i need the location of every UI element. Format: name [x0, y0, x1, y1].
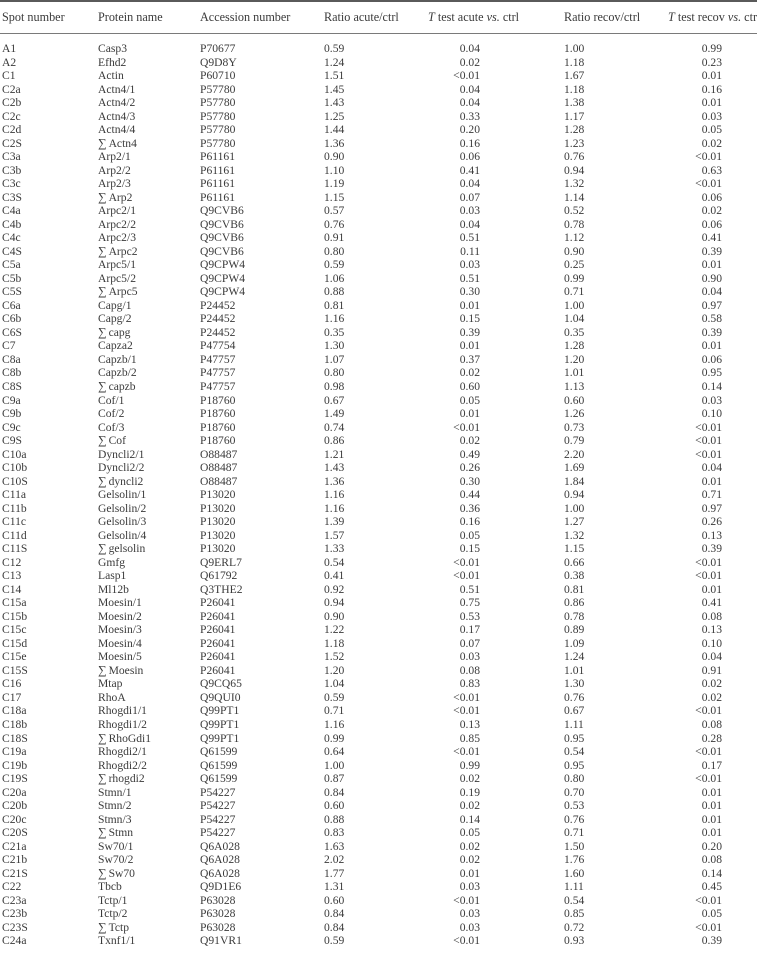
header-ttest-recov-vs-ctrl: T test recov vs. ctrl: [668, 10, 757, 30]
sum-icon: ∑: [98, 662, 107, 677]
header-protein-name: Protein name: [98, 10, 163, 24]
table-row: C24a Txnf1/1 Q91VR1 0.59 <0.01 0.93 0.39: [0, 933, 757, 948]
header-ttest-acute-ctrl: ctrl: [499, 10, 520, 24]
sum-icon: ∑: [98, 473, 107, 488]
protein-name-text: Actn4: [108, 136, 137, 150]
cell-ratio-acute: 0.59: [324, 934, 345, 948]
header-ratio-acute-ctrl: Ratio acute/ctrl: [324, 10, 399, 24]
sum-icon: ∑: [98, 865, 107, 880]
sum-icon: ∑: [98, 135, 107, 150]
sum-icon: ∑: [98, 433, 107, 448]
protein-name-text: RhoGdi1: [108, 731, 152, 745]
table-top-rule: [0, 0, 757, 2]
sum-icon: ∑: [98, 379, 107, 393]
sum-icon: ∑: [98, 825, 107, 840]
cell-ttest-acute: <0.01: [453, 934, 480, 948]
protein-name-text: gelsolin: [108, 542, 146, 556]
cell-spot-number: C24a: [2, 934, 27, 948]
sum-icon: ∑: [98, 919, 107, 934]
header-ttest-recov-text: test recov: [674, 10, 728, 24]
header-ttest-recov-ctrl: ctrl: [744, 10, 757, 24]
sum-icon: ∑: [98, 730, 107, 745]
protein-name-text: Arpc5: [108, 285, 138, 299]
cell-accession-number: Q91VR1: [200, 934, 242, 948]
header-ratio-recov-ctrl: Ratio recov/ctrl: [564, 10, 641, 24]
sum-icon: ∑: [98, 324, 107, 339]
header-ttest-acute-t: T: [428, 10, 435, 24]
header-ttest-acute-text: test acute: [434, 10, 487, 24]
protein-name-text: Arpc2: [108, 244, 138, 258]
protein-name-text: Moesin: [108, 663, 144, 677]
header-ttest-recov-vs: vs.: [727, 10, 742, 24]
protein-name-text: capg: [108, 325, 131, 339]
protein-name-text: Cof: [108, 434, 126, 448]
header-bottom-rule: [0, 33, 757, 34]
sum-icon: ∑: [98, 189, 107, 204]
protein-name-text: Sw70: [108, 866, 135, 880]
cell-protein-name: Txnf1/1: [98, 934, 136, 948]
header-spot-number: Spot number: [2, 10, 65, 24]
sum-icon: ∑: [98, 771, 107, 786]
sum-icon: ∑: [98, 284, 107, 299]
sum-icon: ∑: [98, 541, 107, 556]
protein-name-text: Stmn: [108, 826, 134, 840]
protein-name-text: dyncli2: [108, 474, 144, 488]
header-accession-number: Accession number: [200, 10, 291, 24]
protein-name-text: capzb: [108, 380, 136, 393]
protein-name-text: rhogdi2: [108, 772, 145, 786]
protein-name-text: Tctp: [108, 920, 129, 934]
header-ttest-acute-vs-ctrl: T test acute vs. ctrl: [428, 10, 519, 30]
cell-ratio-recov: 0.93: [564, 934, 585, 948]
cell-ttest-recov: 0.39: [701, 934, 722, 948]
header-ttest-recov-t: T: [668, 10, 675, 24]
header-ttest-acute-vs: vs.: [486, 10, 500, 24]
protein-name-text: Arp2: [108, 190, 133, 204]
sum-icon: ∑: [98, 243, 107, 258]
